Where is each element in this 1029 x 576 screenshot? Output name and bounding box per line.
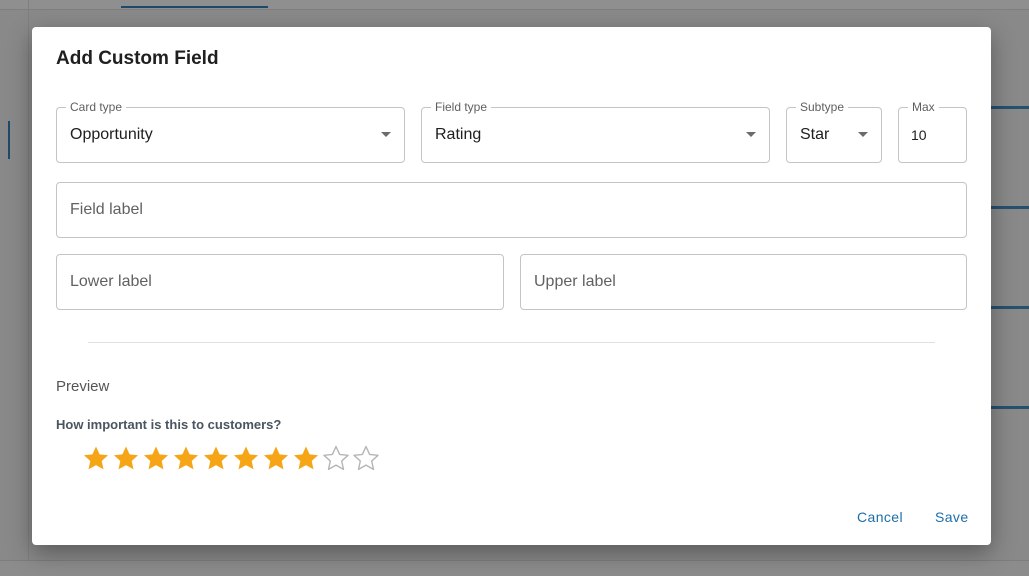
caret-down-icon [746,132,756,137]
preview-question: How important is this to customers? [56,417,282,432]
background-row-line [991,206,1029,209]
subtype-select[interactable]: Subtype Star [786,100,882,163]
background-topbar [0,0,1029,10]
field-type-select[interactable]: Field type Rating [421,100,770,163]
star-filled-icon[interactable] [171,444,201,472]
lower-label-placeholder: Lower label [70,273,152,290]
star-filled-icon[interactable] [261,444,291,472]
upper-label-input[interactable]: Upper label [520,254,967,310]
caret-down-icon [381,132,391,137]
background-row-line [991,106,1029,109]
add-custom-field-dialog: Add Custom Field Card type Opportunity F… [32,27,991,545]
star-filled-icon[interactable] [291,444,321,472]
star-outline-icon[interactable] [321,444,351,472]
star-filled-icon[interactable] [231,444,261,472]
background-row-line [991,306,1029,309]
background-sidebar-divider [28,0,29,576]
star-filled-icon[interactable] [201,444,231,472]
star-filled-icon[interactable] [111,444,141,472]
caret-down-icon [858,132,868,137]
background-sidebar-indicator [8,121,10,159]
section-divider [88,342,935,343]
background-footer [0,560,1029,576]
subtype-value: Star [800,126,830,143]
save-button[interactable]: Save [935,509,969,525]
dialog-title: Add Custom Field [56,48,219,69]
lower-label-input[interactable]: Lower label [56,254,504,310]
background-row-line [991,406,1029,409]
star-outline-icon[interactable] [351,444,381,472]
star-rating [81,444,381,472]
max-value: 10 [911,127,927,143]
card-type-value: Opportunity [70,126,153,143]
field-label-input[interactable]: Field label [56,182,967,238]
star-filled-icon[interactable] [81,444,111,472]
background-active-tab-indicator [121,6,268,8]
cancel-button[interactable]: Cancel [857,509,903,525]
star-filled-icon[interactable] [141,444,171,472]
field-label-placeholder: Field label [70,201,143,218]
field-type-value: Rating [435,126,482,143]
preview-heading: Preview [56,378,110,395]
card-type-select[interactable]: Card type Opportunity [56,100,405,163]
upper-label-placeholder: Upper label [534,273,616,290]
max-input[interactable]: Max 10 [898,100,967,163]
